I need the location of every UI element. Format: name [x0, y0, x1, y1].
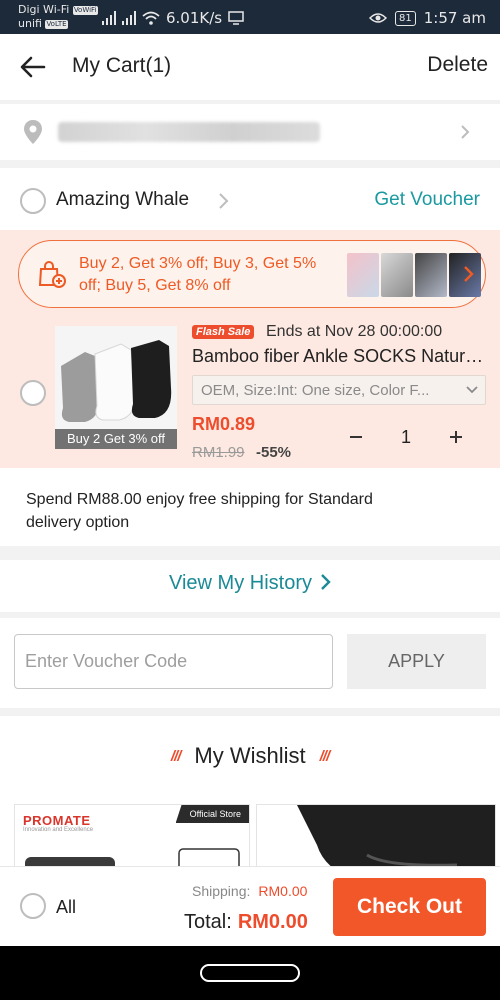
- get-voucher-button[interactable]: Get Voucher: [374, 189, 480, 211]
- product-image[interactable]: Buy 2 Get 3% off: [55, 326, 177, 449]
- promo-thumb: [415, 253, 447, 297]
- minus-icon: [350, 436, 362, 438]
- promo-text: Buy 2, Get 3% off; Buy 3, Get 5% off; Bu…: [79, 255, 317, 294]
- decrease-qty-button[interactable]: [339, 421, 373, 453]
- eye-icon: [369, 13, 387, 23]
- arrow-left-icon: [20, 56, 46, 78]
- wishlist-section: /// My Wishlist /// PROMATE Innovation and…: [0, 716, 500, 866]
- shipping-label: Shipping:: [192, 883, 251, 899]
- promo-thumbnails: [347, 253, 481, 297]
- blurred-address: [58, 122, 320, 142]
- navigation-bar: [0, 946, 500, 1000]
- item-select-radio[interactable]: [20, 380, 46, 406]
- chevron-right-icon: [461, 125, 470, 139]
- original-price: RM1.99: [192, 444, 245, 461]
- signal-icon: [102, 11, 116, 25]
- voucher-code-input[interactable]: [14, 634, 333, 689]
- plus-icon: [450, 431, 462, 443]
- discount-percent: -55%: [256, 444, 292, 461]
- wishlist-title-text: My Wishlist: [194, 743, 306, 768]
- variation-dropdown[interactable]: OEM, Size:Int: One size, Color F...: [192, 375, 486, 405]
- total-summary: Total: RM0.00: [184, 911, 308, 934]
- chevron-right-icon: [321, 574, 331, 590]
- quantity-stepper: 1: [339, 421, 473, 453]
- clock: 1:57 am: [423, 9, 486, 27]
- quantity-value[interactable]: 1: [373, 421, 439, 453]
- slash-decoration-icon: ///: [319, 748, 330, 765]
- checkout-bar: All Shipping: RM0.00 Total: RM0.00 Check O…: [0, 866, 500, 946]
- wifi-icon: [142, 11, 160, 25]
- shipping-value: RM0.00: [258, 883, 308, 899]
- shop-card: Amazing Whale Get Voucher Buy 2, Get 3% …: [0, 168, 500, 546]
- wishlist-title: /// My Wishlist ///: [0, 743, 500, 769]
- image-caption: Buy 2 Get 3% off: [55, 429, 177, 449]
- laptop-image: [297, 805, 495, 866]
- voucher-row: APPLY: [0, 618, 500, 708]
- variation-value: OEM, Size:Int: One size, Color F...: [201, 382, 430, 399]
- carrier-2-tag: VoLTE: [45, 20, 68, 29]
- promo-thumb: [381, 253, 413, 297]
- apply-voucher-button[interactable]: APPLY: [347, 634, 486, 689]
- view-history-label: View My History: [169, 572, 312, 594]
- shop-name[interactable]: Amazing Whale: [56, 189, 189, 211]
- promo-area: Buy 2, Get 3% off; Buy 3, Get 5% off; Bu…: [0, 230, 500, 468]
- wishlist-item[interactable]: [256, 804, 496, 866]
- total-label: Total:: [184, 911, 232, 933]
- cart-header: My Cart(1) Delete: [0, 34, 500, 100]
- carrier-info: Digi Wi-Fi VoWiFi unifi VoLTE: [18, 3, 98, 31]
- product-title[interactable]: Bamboo fiber Ankle SOCKS Natural Antibac…: [192, 346, 484, 367]
- signal-icon-2: [122, 11, 136, 25]
- home-gesture-pill[interactable]: [200, 964, 300, 982]
- shopping-bag-plus-icon: [38, 261, 66, 288]
- power-bank-image: [25, 848, 240, 866]
- carrier-1-tag: VoWiFi: [72, 6, 98, 15]
- increase-qty-button[interactable]: [439, 421, 473, 453]
- total-value: RM0.00: [237, 911, 308, 933]
- battery-icon: 81: [395, 10, 416, 26]
- chevron-down-icon: [466, 386, 478, 394]
- status-right: 81 1:57 am: [369, 7, 486, 29]
- net-speed: 6.01K/s: [166, 9, 223, 27]
- flash-sale-badge: Flash Sale: [192, 325, 255, 339]
- carrier-2: unifi: [18, 17, 42, 30]
- network-indicators: 6.01K/s: [102, 7, 244, 29]
- wishlist-item[interactable]: PROMATE Innovation and Excellence Offici…: [14, 804, 250, 866]
- back-button[interactable]: [18, 52, 48, 82]
- chevron-right-icon: [464, 266, 474, 282]
- delivery-address-row[interactable]: [0, 104, 500, 160]
- slash-decoration-icon: ///: [170, 748, 181, 765]
- chevron-right-icon[interactable]: [218, 192, 230, 210]
- free-shipping-note: Spend RM88.00 enjoy free shipping for St…: [26, 491, 373, 531]
- shop-select-radio[interactable]: [20, 188, 46, 214]
- brand-logo: PROMATE: [23, 813, 91, 828]
- page-title: My Cart(1): [72, 54, 172, 77]
- screen-cast-icon: [228, 11, 244, 25]
- flash-sale-ends: Ends at Nov 28 00:00:00: [266, 323, 443, 340]
- location-pin-icon: [24, 120, 42, 144]
- history-row: View My History: [0, 560, 500, 612]
- official-store-badge: Official Store: [175, 805, 249, 823]
- promo-thumb: [347, 253, 379, 297]
- view-history-link[interactable]: View My History: [0, 572, 500, 595]
- status-bar: Digi Wi-Fi VoWiFi unifi VoLTE 6.01K/s 81…: [0, 0, 500, 34]
- brand-tagline: Innovation and Excellence: [23, 827, 94, 833]
- checkout-button[interactable]: Check Out: [333, 878, 486, 936]
- select-all-label[interactable]: All: [56, 897, 76, 918]
- sale-price: RM0.89: [192, 414, 256, 434]
- delete-button[interactable]: Delete: [427, 53, 488, 77]
- carrier-1: Digi Wi-Fi: [18, 3, 70, 16]
- bundle-promo-banner[interactable]: Buy 2, Get 3% off; Buy 3, Get 5% off; Bu…: [18, 240, 486, 308]
- shipping-summary: Shipping: RM0.00: [192, 883, 307, 899]
- select-all-radio[interactable]: [20, 893, 46, 919]
